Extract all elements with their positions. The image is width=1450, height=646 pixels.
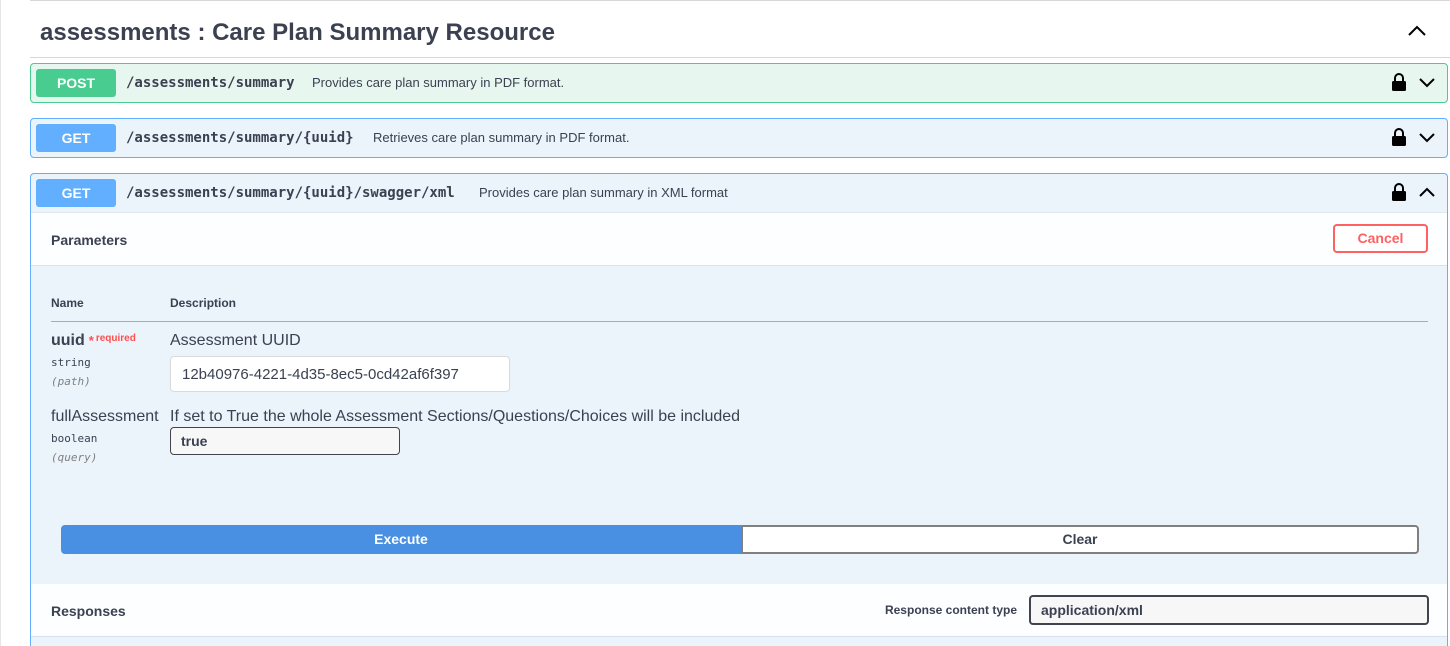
method-badge-get: GET [36,124,116,152]
chevron-up-icon[interactable] [1417,184,1437,200]
param-name-text: uuid [51,332,85,349]
required-label: required [95,333,136,344]
section-header[interactable]: assessments : Care Plan Summary Resource [30,1,1450,58]
clear-button[interactable]: Clear [741,525,1419,554]
chevron-up-icon[interactable] [1404,19,1430,43]
param-type: string [51,356,91,369]
chevron-down-icon[interactable] [1417,129,1437,145]
param-description: If set to True the whole Assessment Sect… [170,408,741,425]
opblock-post-summary[interactable]: POST /assessments/summary Provides care … [30,63,1448,103]
param-location: (path) [51,375,91,388]
operation-path: /assessments/summary/{uuid}/swagger/xml [126,185,455,201]
fullassessment-select[interactable]: true [170,427,400,455]
opblock-summary[interactable]: POST /assessments/summary Provides care … [31,64,1447,102]
method-badge-get: GET [36,179,116,207]
opblock-get-summary-xml: GET /assessments/summary/{uuid}/swagger/… [30,173,1448,646]
cancel-button[interactable]: Cancel [1333,224,1428,253]
lock-icon[interactable] [1391,182,1407,202]
table-header-divider [51,321,1428,322]
param-type: boolean [51,432,98,445]
left-border [0,0,1,646]
operation-path: /assessments/summary/{uuid} [126,130,354,146]
execute-button[interactable]: Execute [61,525,741,554]
responses-title: Responses [51,603,126,619]
column-header-description: Description [170,296,237,310]
param-name-uuid: uuid * required [51,332,136,350]
opblock-summary[interactable]: GET /assessments/summary/{uuid}/swagger/… [31,174,1447,212]
parameters-title: Parameters [51,232,128,248]
operation-description: Provides care plan summary in PDF format… [312,75,565,90]
responses-header: Responses Response content type applicat… [31,584,1447,637]
method-badge-post: POST [36,69,116,97]
param-location: (query) [51,451,98,464]
operation-path: /assessments/summary [126,75,295,91]
lock-icon[interactable] [1391,72,1407,92]
required-star: * [88,333,94,348]
section-title: assessments : Care Plan Summary Resource [40,19,555,46]
lock-icon[interactable] [1391,127,1407,147]
response-content-type-select[interactable]: application/xml [1029,595,1429,625]
opblock-summary[interactable]: GET /assessments/summary/{uuid} Retrieve… [31,119,1447,157]
param-name-fullassessment: fullAssessment [51,408,159,425]
opblock-get-summary-uuid[interactable]: GET /assessments/summary/{uuid} Retrieve… [30,118,1448,158]
column-header-name: Name [51,296,84,310]
uuid-input[interactable] [170,356,510,392]
param-description: Assessment UUID [170,332,301,349]
chevron-down-icon[interactable] [1417,74,1437,90]
operation-description: Retrieves care plan summary in PDF forma… [373,130,630,145]
response-content-type-label: Response content type [884,603,1017,617]
parameters-header: Parameters Cancel [31,212,1447,266]
operation-description: Provides care plan summary in XML format [479,185,728,200]
